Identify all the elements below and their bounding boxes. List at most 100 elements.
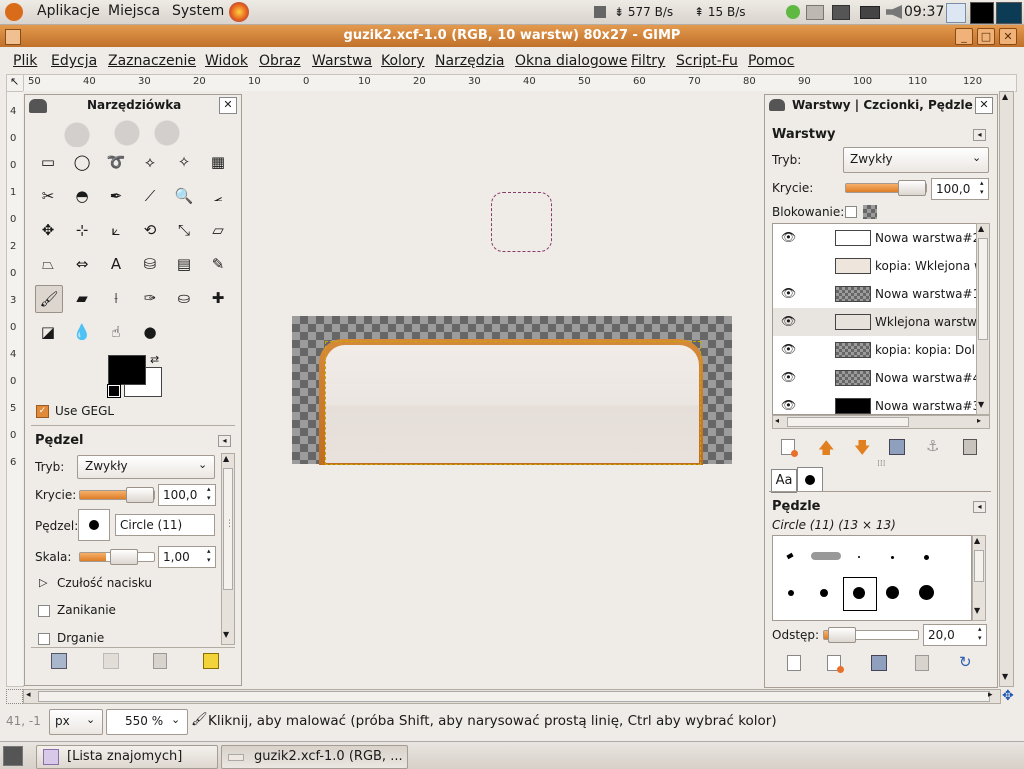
spacing-input[interactable]: 20,0 ▴ ▾ (923, 624, 987, 646)
lower-layer-icon[interactable]: 🡇 (854, 437, 870, 464)
slider-handle[interactable] (126, 487, 154, 503)
delete-brush-icon[interactable] (915, 655, 929, 671)
refresh-brushes-icon[interactable]: ↻ (959, 653, 972, 671)
scroll-down-arrow-icon[interactable]: ▼ (978, 400, 984, 409)
zoom-icon[interactable]: 🔍 (171, 183, 197, 209)
heal-icon[interactable]: ✚ (205, 285, 231, 311)
default-colors-icon[interactable] (107, 384, 121, 398)
tool-options-menu-button[interactable]: ◂ (218, 435, 231, 447)
brush-preview-button[interactable] (78, 509, 110, 541)
new-brush-icon[interactable] (827, 655, 844, 673)
battery-icon[interactable] (860, 6, 880, 19)
scroll-thumb[interactable] (38, 691, 990, 702)
minimize-button[interactable]: _ (955, 28, 973, 45)
eye-icon[interactable]: 👁 (781, 342, 796, 356)
pencil-icon[interactable]: ✎ (205, 251, 231, 277)
menu-system[interactable]: System (172, 3, 224, 19)
close-toolbox-button[interactable]: ✕ (219, 97, 237, 114)
layer-opacity-input[interactable]: 100,0 ▴ ▾ (931, 178, 989, 200)
brush-circle-15-icon[interactable] (919, 585, 934, 600)
brush-tiny-icon[interactable] (858, 556, 860, 558)
brush-texture-icon[interactable] (811, 552, 841, 560)
menu-select[interactable]: Zaznaczenie (108, 53, 196, 69)
fade-checkbox[interactable] (38, 605, 50, 617)
rect-select-icon[interactable]: ▭ (35, 149, 61, 175)
volume-icon[interactable] (886, 5, 902, 19)
lock-pixels-checkbox[interactable] (845, 206, 857, 218)
brushes-menu-button[interactable]: ◂ (973, 501, 986, 513)
scroll-up-arrow-icon[interactable]: ▲ (1002, 92, 1008, 101)
eye-icon[interactable]: 👁 (781, 286, 796, 300)
blur-icon[interactable]: 💧 (69, 319, 95, 345)
layer-row[interactable]: 👁 kopia: kopia: Doln (773, 336, 977, 364)
brushes-scrollbar[interactable]: ▲ ▼ (972, 535, 986, 621)
brush-circle-7-icon[interactable] (820, 589, 828, 597)
ruler-corner[interactable]: ↖ (6, 74, 24, 92)
scroll-left-arrow-icon[interactable]: ◂ (26, 690, 31, 700)
scale-icon[interactable]: ⤡ (171, 217, 197, 243)
scroll-up-arrow-icon[interactable]: ▲ (974, 536, 980, 545)
spacing-slider[interactable] (823, 627, 919, 643)
ubuntu-logo-icon[interactable] (5, 3, 23, 21)
align-icon[interactable]: ⊹ (69, 217, 95, 243)
scissors-icon[interactable]: ✂ (35, 183, 61, 209)
shear-icon[interactable]: ▱ (205, 217, 231, 243)
save-options-icon[interactable] (51, 653, 67, 669)
eye-icon[interactable]: 👁 (781, 314, 796, 328)
vertical-ruler[interactable]: 4 0 0 1 0 2 0 3 0 4 0 5 0 6 (6, 91, 24, 687)
crop-icon[interactable]: ⟀ (103, 217, 129, 243)
menu-file[interactable]: Plik (13, 53, 37, 69)
scroll-left-arrow-icon[interactable]: ◂ (775, 416, 779, 425)
brush-circle-13-icon[interactable] (886, 586, 899, 599)
magic-wand-icon[interactable]: ✧ (171, 149, 197, 175)
text-icon[interactable]: A (103, 251, 129, 277)
airbrush-icon[interactable]: ⟊ (103, 285, 129, 311)
close-window-button[interactable]: ✕ (999, 28, 1017, 45)
flip-icon[interactable]: ⇔ (69, 251, 95, 277)
scroll-up-arrow-icon[interactable]: ▲ (978, 224, 984, 233)
scroll-down-arrow-icon[interactable]: ▼ (1002, 672, 1008, 681)
fuzzy-select-icon[interactable]: ⟡ (137, 149, 163, 175)
maximize-button[interactable]: □ (977, 28, 995, 45)
layers-scrollbar[interactable]: ▲ ▼ (976, 223, 990, 415)
canvas-vscrollbar[interactable]: ▲ ▼ (999, 91, 1014, 687)
printer-icon[interactable] (806, 5, 824, 20)
select-by-color-icon[interactable]: ▦ (205, 149, 231, 175)
taskbar-item-buddy-list[interactable]: [Lista znajomych] (36, 745, 218, 769)
layers-menu-button[interactable]: ◂ (973, 129, 986, 141)
measure-icon[interactable]: ⦟ (205, 183, 231, 209)
anchor-layer-icon[interactable]: ⚓ (926, 437, 939, 455)
restore-options-icon[interactable] (103, 653, 119, 669)
use-gegl-checkbox[interactable]: ✓ (36, 405, 49, 418)
brush-small2-icon[interactable] (924, 555, 929, 560)
clock[interactable]: 09:37 (904, 4, 944, 20)
slider-handle[interactable] (898, 180, 926, 196)
foreground-select-icon[interactable]: ◓ (69, 183, 95, 209)
scroll-thumb[interactable] (974, 550, 984, 582)
menu-layer[interactable]: Warstwa (312, 53, 372, 69)
horizontal-ruler[interactable]: 50 40 30 20 10 0 10 20 30 40 50 60 70 80 90 100 110 120 (23, 74, 1017, 92)
menu-help[interactable]: Pomoc (748, 53, 794, 69)
menu-tools[interactable]: Narzędzia (435, 53, 504, 69)
menu-dialogs[interactable]: Okna dialogowe (515, 53, 627, 69)
brush-pencil-icon[interactable] (786, 552, 794, 560)
tool-options-scrollbar[interactable]: ▲ ▼ (221, 453, 235, 645)
menu-image[interactable]: Obraz (259, 53, 301, 69)
menu-places[interactable]: Miejsca (108, 3, 160, 19)
spin-buttons-icon[interactable]: ▴ ▾ (207, 547, 211, 565)
duplicate-brush-icon[interactable] (871, 655, 887, 671)
blend-icon[interactable]: ▤ (171, 251, 197, 277)
layer-mode-select[interactable]: Zwykły ⌄ (843, 147, 989, 173)
scroll-thumb[interactable] (978, 238, 988, 340)
delete-options-icon[interactable] (153, 653, 167, 669)
layer-row[interactable]: 👁 Wklejona warstwa (773, 308, 977, 336)
scale-slider[interactable] (79, 549, 155, 565)
brush-circle-11-icon[interactable] (853, 587, 865, 599)
scroll-thumb[interactable] (223, 468, 233, 590)
foreground-color-swatch[interactable] (108, 355, 146, 385)
quick-mask-toggle[interactable] (6, 689, 23, 704)
window-titlebar[interactable]: guzik2.xcf-1.0 (RGB, 10 warstw) 80x27 - … (0, 25, 1024, 47)
brushes-grid[interactable] (772, 535, 972, 621)
swap-colors-icon[interactable]: ⇄ (150, 353, 159, 366)
scroll-thumb[interactable] (787, 417, 909, 427)
